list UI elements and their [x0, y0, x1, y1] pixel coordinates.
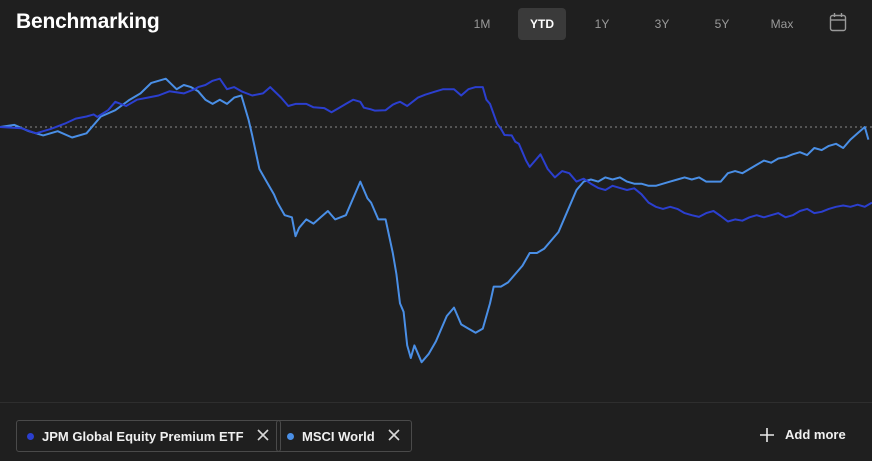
add-more-label: Add more: [785, 427, 846, 442]
tab-3y[interactable]: 3Y: [638, 8, 686, 40]
tab-max[interactable]: Max: [758, 8, 806, 40]
legend-chip-label: MSCI World: [302, 428, 375, 444]
legend-chip-jpm: JPM Global Equity Premium ETF: [16, 420, 281, 452]
tab-1m[interactable]: 1M: [458, 8, 506, 40]
remove-msci-button[interactable]: [387, 429, 401, 443]
tab-5y[interactable]: 5Y: [698, 8, 746, 40]
tab-ytd[interactable]: YTD: [518, 8, 566, 40]
legend-bar: JPM Global Equity Premium ETF MSCI World…: [0, 402, 872, 461]
remove-jpm-button[interactable]: [256, 429, 270, 443]
add-more-button[interactable]: Add more: [760, 427, 846, 442]
benchmark-chart: [0, 77, 872, 364]
calendar-icon: [829, 13, 847, 32]
close-icon: [388, 429, 400, 441]
legend-dot: [287, 432, 294, 440]
close-icon: [256, 429, 269, 441]
plus-icon: [760, 427, 774, 442]
legend-chip-msci: MSCI World: [276, 420, 412, 452]
legend-dot: [27, 432, 34, 440]
page-title: Benchmarking: [16, 10, 160, 33]
tab-1y[interactable]: 1Y: [578, 8, 626, 40]
legend-chip-label: JPM Global Equity Premium ETF: [42, 428, 244, 444]
calendar-button[interactable]: [828, 12, 848, 34]
